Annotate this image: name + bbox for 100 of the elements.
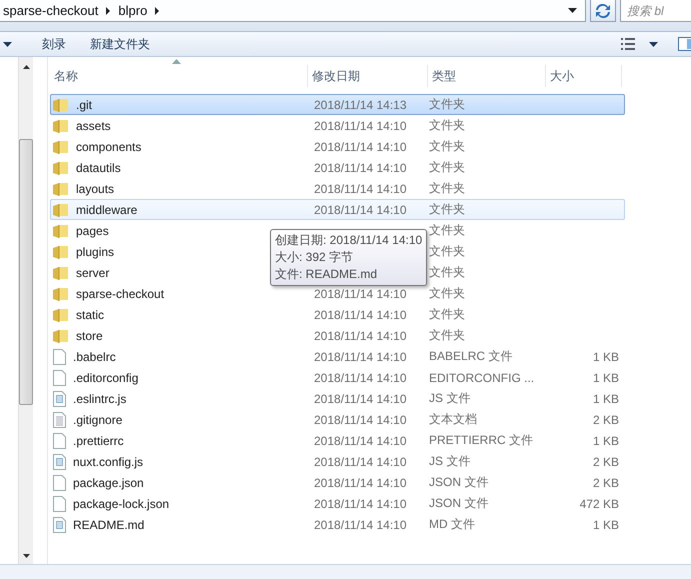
file-icon	[53, 432, 66, 448]
modified-date: 2018/11/14 14:10	[314, 518, 407, 532]
file-name: package.json	[73, 476, 144, 490]
caret-icon[interactable]	[649, 42, 658, 46]
modified-date: 2018/11/14 14:10	[314, 434, 407, 448]
file-type: MD 文件	[429, 516, 475, 533]
file-size: 2 KB	[592, 412, 619, 426]
modified-date: 2018/11/14 14:10	[314, 412, 407, 426]
column-header[interactable]: 修改日期	[308, 65, 428, 87]
scrollbar-thumb[interactable]	[19, 139, 33, 405]
modified-date: 2018/11/14 14:10	[314, 202, 407, 216]
scroll-up-icon[interactable]	[22, 65, 30, 69]
row-highlight[interactable]	[50, 94, 625, 115]
column-header[interactable]: 大小	[546, 65, 622, 87]
file-type: 文件夹	[429, 243, 465, 260]
file-name: static	[76, 308, 104, 322]
file-name: components	[76, 140, 142, 154]
file-icon	[53, 370, 66, 386]
file-type: PRETTIERRC 文件	[429, 432, 534, 449]
modified-date: 2018/11/14 14:10	[314, 392, 407, 406]
modified-date: 2018/11/14 14:10	[314, 118, 407, 132]
column-header[interactable]: 类型	[428, 65, 546, 87]
file-size: 2 KB	[592, 476, 619, 490]
file-icon	[53, 348, 66, 364]
file-type: 文件夹	[429, 264, 465, 281]
folder-icon	[53, 182, 69, 196]
caret-icon[interactable]	[568, 8, 577, 13]
modified-date: 2018/11/14 14:10	[314, 454, 407, 468]
address-bar[interactable]: sparse-checkout blpro	[0, 0, 586, 22]
file-name: datautils	[76, 160, 121, 174]
scrollbar[interactable]	[18, 57, 33, 564]
tooltip-line: 文件: README.md	[275, 266, 378, 283]
file-size: 1 KB	[592, 434, 619, 448]
chevron-icon[interactable]	[154, 6, 160, 14]
preview-pane-icon[interactable]	[678, 37, 691, 51]
modified-date: 2018/11/14 14:10	[314, 370, 407, 384]
details-view-icon[interactable]	[621, 38, 635, 50]
modified-date: 2018/11/14 14:10	[314, 476, 407, 490]
file-size: 1 KB	[592, 370, 619, 384]
modified-date: 2018/11/14 14:10	[314, 496, 407, 510]
modified-date: 2018/11/14 14:10	[314, 160, 407, 174]
file-size: 472 KB	[580, 496, 619, 510]
file-icon	[53, 474, 66, 490]
file-type: JS 文件	[429, 390, 470, 407]
file-name: plugins	[76, 244, 114, 258]
file-name: .eslintrc.js	[73, 392, 126, 406]
file-name: assets	[76, 118, 111, 132]
folder-icon	[53, 308, 69, 322]
breadcrumb[interactable]: blpro	[118, 3, 148, 18]
folder-icon	[53, 286, 69, 300]
column-header[interactable]: 名称	[50, 65, 308, 87]
folder-icon	[53, 224, 69, 238]
scroll-down-icon[interactable]	[22, 554, 30, 558]
file-name: README.md	[73, 518, 144, 532]
file-type: 文件夹	[429, 306, 465, 323]
caret-icon[interactable]	[3, 42, 12, 46]
file-type: 文件夹	[429, 222, 465, 239]
folder-icon	[53, 244, 69, 258]
file-type: EDITORCONFIG ...	[429, 370, 534, 384]
file-size: 1 KB	[592, 350, 619, 364]
modified-date: 2018/11/14 14:10	[314, 182, 407, 196]
toolbar-button[interactable]: 新建文件夹	[80, 32, 160, 56]
file-type: 文件夹	[429, 159, 465, 176]
file-type: 文件夹	[429, 201, 465, 218]
chevron-icon[interactable]	[105, 6, 112, 14]
file-name: .gitignore	[73, 412, 122, 426]
folder-icon	[53, 328, 69, 342]
file-type: JSON 文件	[429, 474, 488, 491]
folder-icon	[53, 98, 69, 112]
tooltip-line: 创建日期: 2018/11/14 14:10	[275, 232, 422, 249]
row-highlight[interactable]	[50, 199, 625, 220]
file-type: 文本文档	[429, 411, 477, 428]
file-size: 2 KB	[592, 454, 619, 468]
modified-date: 2018/11/14 14:13	[314, 98, 407, 112]
file-type: BABELRC 文件	[429, 348, 512, 365]
file-type: 文件夹	[429, 117, 465, 134]
script-file-icon	[53, 516, 66, 532]
modified-date: 2018/11/14 14:10	[314, 350, 407, 364]
script-file-icon	[53, 454, 66, 470]
search-field[interactable]: 搜索 bl	[620, 0, 691, 22]
modified-date: 2018/11/14 14:10	[314, 328, 407, 342]
sort-arrow-icon	[172, 59, 181, 64]
file-size: 1 KB	[592, 518, 619, 532]
folder-icon	[53, 118, 69, 132]
file-name: nuxt.config.js	[73, 454, 144, 468]
folder-icon	[53, 202, 69, 216]
file-name: store	[76, 328, 103, 342]
text-file-icon	[53, 412, 66, 428]
file-name: .editorconfig	[73, 370, 138, 384]
file-name: middleware	[76, 202, 138, 216]
refresh-button[interactable]	[590, 0, 616, 22]
folder-icon	[53, 266, 69, 280]
file-name: .babelrc	[73, 350, 116, 364]
modified-date: 2018/11/14 14:10	[314, 308, 407, 322]
file-type: JSON 文件	[429, 495, 488, 512]
toolbar-button[interactable]: 刻录	[32, 32, 76, 56]
file-name: server	[76, 266, 110, 280]
breadcrumb[interactable]: sparse-checkout	[3, 3, 98, 18]
folder-icon	[53, 160, 69, 174]
file-type: JS 文件	[429, 453, 470, 470]
